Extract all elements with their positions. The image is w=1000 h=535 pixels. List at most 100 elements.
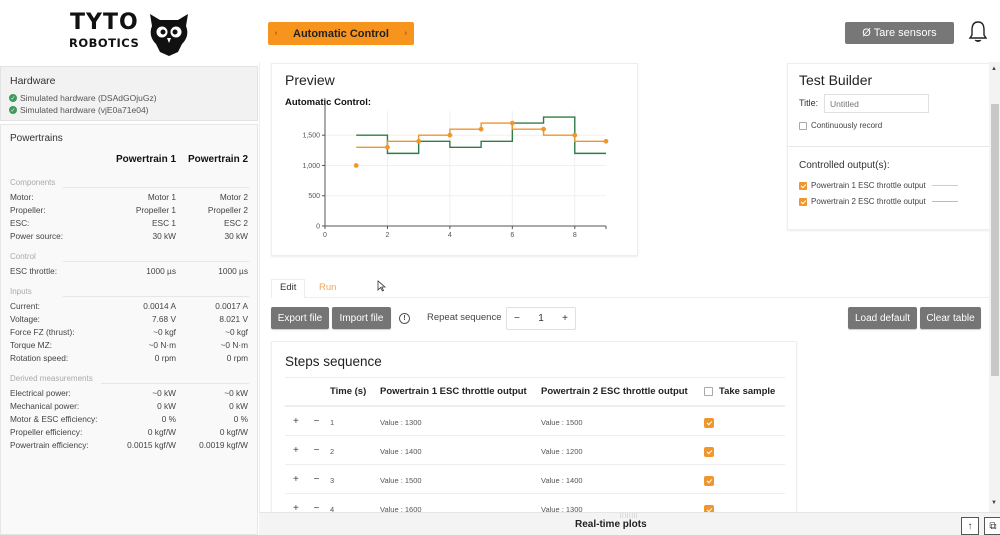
table-row: + − 3 Value : 1500 Value : 1400	[285, 465, 785, 494]
divider	[285, 377, 785, 378]
data-row: Mechanical power: 0 kW 0 kW	[10, 401, 248, 411]
column-header-powertrain-1: Powertrain 1	[116, 154, 177, 165]
sidebar: Hardware ✓ Simulated hardware (DSAdGOjuG…	[0, 66, 258, 535]
output-option[interactable]: Powertrain 1 ESC throttle output	[799, 181, 958, 190]
data-row: Rotation speed: 0 rpm 0 rpm	[10, 353, 248, 363]
data-point	[478, 126, 484, 132]
table-row: + − 2 Value : 1400 Value : 1200	[285, 436, 785, 465]
data-row: Electrical power: ~0 kW ~0 kW	[10, 388, 248, 398]
owl-logo-icon	[150, 14, 188, 56]
main-scrollbar[interactable]: ▲ ▼	[989, 62, 1000, 512]
divider	[101, 383, 249, 384]
y-tick-label: 0	[316, 224, 320, 231]
data-point	[447, 132, 453, 138]
scroll-down-arrow-icon[interactable]: ▼	[991, 500, 997, 506]
column-header-powertrain-1: Powertrain 1 ESC throttle output	[380, 386, 527, 397]
scroll-up-arrow-icon[interactable]: ▲	[991, 66, 997, 72]
x-tick-label: 4	[448, 232, 452, 239]
divider	[63, 296, 249, 297]
mode-selector[interactable]: ‹ Automatic Control ›	[268, 22, 414, 45]
section-label-derived: Derived measurements	[10, 374, 93, 383]
hardware-title: Hardware	[10, 75, 56, 87]
continuously-record-checkbox[interactable]	[799, 121, 807, 130]
take-sample-all-checkbox[interactable]	[704, 387, 713, 396]
take-sample-checkbox[interactable]	[704, 447, 714, 457]
check-circle-icon: ✓	[9, 94, 17, 102]
row-add-remove-buttons[interactable]: + −	[293, 416, 325, 427]
output-checkbox[interactable]	[799, 197, 807, 206]
notification-bell-icon[interactable]	[968, 20, 988, 44]
tab-run[interactable]: Run	[311, 279, 344, 293]
tare-sensors-button[interactable]: Ø Tare sensors	[845, 22, 954, 44]
steps-sequence-panel: Steps sequence Time (s) Powertrain 1 ESC…	[271, 341, 797, 521]
x-tick-label: 0	[323, 232, 327, 239]
chevron-right-icon[interactable]: ›	[405, 30, 407, 37]
data-row: Current: 0.0014 A 0.0017 A	[10, 301, 248, 311]
row-add-remove-buttons[interactable]: + −	[293, 445, 325, 456]
data-row: Propeller efficiency: 0 kgf/W 0 kgf/W	[10, 427, 248, 437]
scroll-top-button[interactable]: ↑	[961, 517, 979, 535]
hardware-panel: Hardware ✓ Simulated hardware (DSAdGOjuG…	[0, 66, 258, 121]
load-default-button[interactable]: Load default	[848, 307, 917, 329]
data-point	[353, 163, 359, 168]
data-row: Powertrain efficiency: 0.0015 kgf/W 0.0019…	[10, 440, 248, 450]
info-icon[interactable]: !	[399, 313, 410, 324]
preview-chart: 0 500 1,000 1,500 0 2 4 6 8	[302, 105, 609, 239]
realtime-plots-label[interactable]: Real-time plots	[575, 519, 647, 530]
main-content: Preview Automatic Control: 0 500 1,000 1,50…	[259, 62, 991, 521]
take-sample-checkbox[interactable]	[704, 418, 714, 428]
data-row: Voltage: 7.68 V 8.021 V	[10, 314, 248, 324]
data-row: ESC throttle: 1000 µs 1000 µs	[10, 266, 248, 276]
output-option[interactable]: Powertrain 2 ESC throttle output	[799, 197, 958, 206]
section-label-control: Control	[10, 252, 36, 261]
check-circle-icon: ✓	[9, 106, 17, 114]
table-row: + − 1 Value : 1300 Value : 1500	[285, 407, 785, 436]
column-header-powertrain-2: Powertrain 2 ESC throttle output	[541, 386, 688, 397]
data-row: Torque MZ: ~0 N·m ~0 N·m	[10, 340, 248, 350]
increment-button[interactable]: +	[562, 313, 568, 324]
tab-edit[interactable]: Edit	[271, 279, 306, 298]
y-tick-label: 1,500	[302, 133, 320, 140]
divider	[63, 187, 249, 188]
clear-table-button[interactable]: Clear table	[920, 307, 981, 329]
data-point	[572, 132, 578, 138]
repeat-sequence-stepper: − 1 +	[506, 307, 576, 330]
column-header-time: Time (s)	[330, 386, 367, 397]
powertrains-panel: Powertrains Powertrain 1 Powertrain 2 Co…	[0, 124, 258, 535]
scrollbar-thumb[interactable]	[991, 104, 999, 376]
chevron-left-icon[interactable]: ‹	[275, 30, 277, 37]
controlled-outputs-label: Controlled output(s):	[799, 160, 890, 171]
test-builder-panel: Test Builder Title: Continuously record …	[787, 63, 991, 230]
export-file-button[interactable]: Export file	[271, 307, 329, 329]
powertrains-title: Powertrains	[10, 133, 63, 144]
x-tick-label: 8	[573, 232, 577, 239]
output-checkbox[interactable]	[799, 181, 807, 190]
mode-selector-label: Automatic Control	[293, 27, 389, 40]
row-add-remove-buttons[interactable]: + −	[293, 474, 325, 485]
take-sample-checkbox[interactable]	[704, 476, 714, 486]
tyto-robotics-logo: TYTO ROBOTICS	[68, 10, 190, 56]
data-row: Motor & ESC efficiency: 0 % 0 %	[10, 414, 248, 424]
import-file-button[interactable]: Import file	[332, 307, 391, 329]
column-header-take-sample[interactable]: Take sample	[704, 386, 775, 397]
column-header-powertrain-2: Powertrain 2	[188, 154, 249, 165]
data-point	[416, 138, 422, 144]
section-label-components: Components	[10, 178, 56, 187]
logo-line1: TYTO	[70, 10, 139, 35]
section-label-inputs: Inputs	[10, 287, 32, 296]
data-point	[509, 120, 515, 126]
steps-sequence-title: Steps sequence	[285, 354, 382, 369]
top-bar: TYTO ROBOTICS ‹ Automatic Control › Ø Ta…	[0, 0, 1000, 62]
popout-button[interactable]: ⧉	[984, 517, 1000, 535]
decrement-button[interactable]: −	[514, 313, 520, 324]
repeat-sequence-value[interactable]: 1	[538, 313, 544, 324]
hardware-item: ✓ Simulated hardware (DSAdGOjuGz)	[9, 93, 157, 103]
external-link-icon: ⧉	[989, 520, 997, 532]
data-row: Motor: Motor 1 Motor 2	[10, 192, 248, 202]
continuously-record-option[interactable]: Continuously record	[799, 121, 882, 130]
data-point	[541, 126, 546, 132]
y-tick-label: 500	[308, 193, 320, 200]
test-title-input[interactable]	[824, 94, 929, 113]
realtime-plots-bar[interactable]: |||||||| Real-time plots ↑ ⧉	[259, 512, 1000, 535]
y-tick-label: 1,000	[302, 163, 320, 170]
